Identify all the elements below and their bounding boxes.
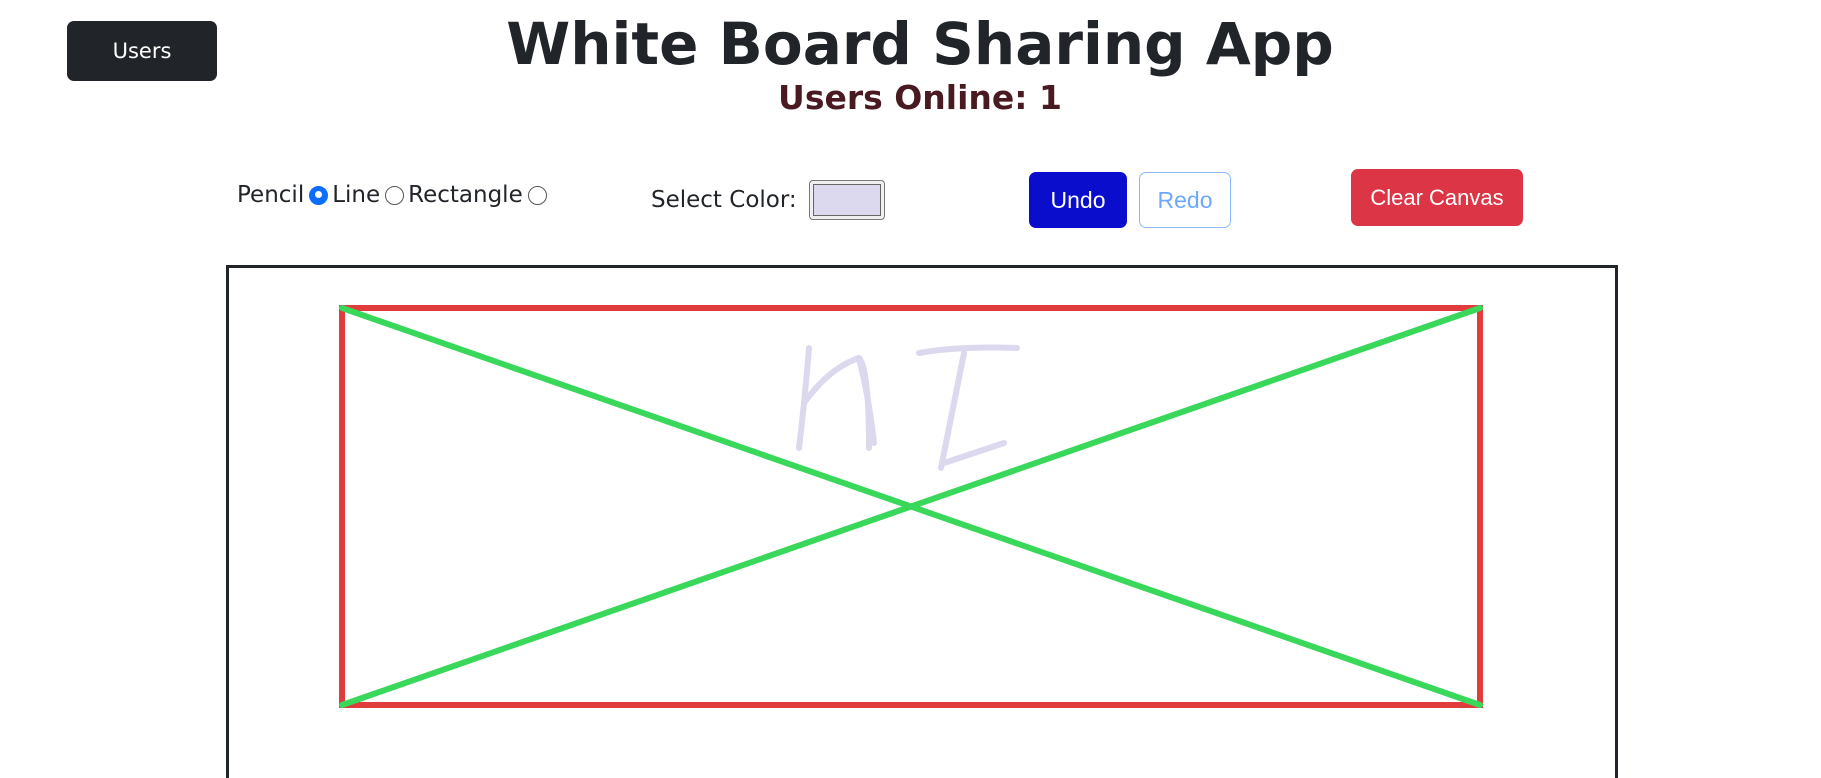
pencil-radio[interactable] xyxy=(309,185,329,205)
undo-button[interactable]: Undo xyxy=(1029,172,1127,228)
tool-selector: Pencil Line Rectangle xyxy=(237,182,551,208)
users-online-count: Users Online: 1 xyxy=(778,78,1062,117)
whiteboard-page: Users White Board Sharing App Users Onli… xyxy=(0,0,1821,778)
tool-label-rectangle: Rectangle xyxy=(408,182,523,208)
drawing-canvas[interactable] xyxy=(226,265,1618,778)
line-radio[interactable] xyxy=(385,185,405,205)
color-label: Select Color: xyxy=(651,187,797,213)
handwritten-hi xyxy=(796,344,1020,471)
canvas-drawing xyxy=(339,305,1483,708)
tool-label-line: Line xyxy=(332,182,381,208)
rectangle-radio[interactable] xyxy=(527,185,547,205)
selected-color-swatch xyxy=(812,184,881,216)
redo-button[interactable]: Redo xyxy=(1139,172,1231,228)
page-title: White Board Sharing App xyxy=(506,10,1334,78)
tool-label-pencil: Pencil xyxy=(237,182,305,208)
color-picker-group: Select Color: xyxy=(651,180,885,220)
clear-canvas-button[interactable]: Clear Canvas xyxy=(1351,169,1523,226)
toolbar: Pencil Line Rectangle Select Color: Undo… xyxy=(0,168,1821,230)
color-picker-input[interactable] xyxy=(808,180,885,220)
